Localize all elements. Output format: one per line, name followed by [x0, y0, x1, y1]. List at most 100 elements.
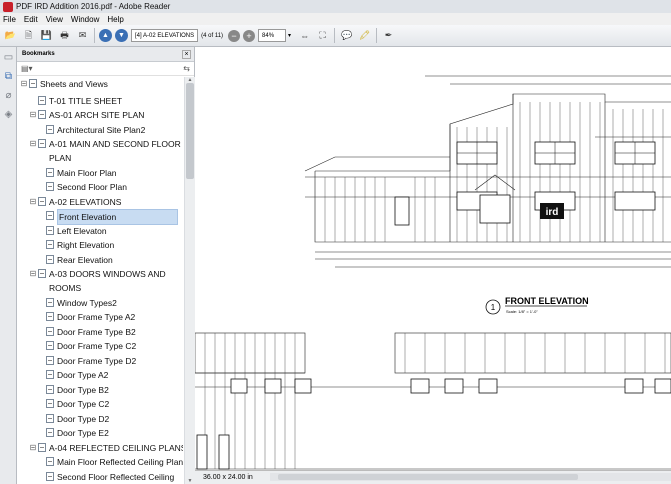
page-number-field[interactable]: [4] A-02 ELEVATIONS: [131, 29, 199, 42]
collapse-toggle-icon[interactable]: ⊟: [29, 441, 37, 455]
sign-icon[interactable]: ✒: [381, 28, 396, 43]
window-title: PDF IRD Addition 2016.pdf - Adobe Reader: [16, 2, 171, 11]
zoom-field[interactable]: 84%: [258, 29, 287, 42]
collapse-toggle-icon[interactable]: ⊟: [20, 77, 28, 91]
horizontal-scrollbar[interactable]: [270, 473, 671, 481]
menu-bar: File Edit View Window Help: [0, 13, 671, 25]
attachments-icon[interactable]: ⌀: [3, 90, 14, 101]
comment-icon[interactable]: 💬: [339, 28, 354, 43]
menu-window[interactable]: Window: [71, 15, 99, 24]
bookmark-item[interactable]: ⊟ Sheets and Views: [20, 77, 183, 91]
expand-bookmark-icon[interactable]: ⇆: [183, 64, 190, 73]
bookmark-item[interactable]: T-01 TITLE SHEET: [29, 94, 183, 108]
bookmark-item[interactable]: Door Type D2: [37, 412, 183, 426]
bookmark-toolbar: ▤▾ ⇆: [17, 62, 194, 76]
bookmark-item[interactable]: Door Type E2: [37, 426, 183, 440]
bookmark-item[interactable]: Window Types2: [37, 296, 183, 310]
navigation-strip: ▭ ⧉ ⌀ ◈: [0, 47, 17, 484]
bookmark-label: Door Type A2: [57, 370, 109, 380]
bookmark-item[interactable]: Architectural Site Plan2: [37, 123, 183, 137]
bookmark-label: Main Floor Plan: [57, 167, 117, 178]
menu-file[interactable]: File: [3, 15, 16, 24]
bookmark-item[interactable]: ⊟ A-04 REFLECTED CEILING PLANS: [29, 441, 183, 455]
bookmark-item[interactable]: Door Frame Type C2: [37, 339, 183, 353]
pages-icon[interactable]: ▭: [3, 52, 14, 63]
bookmark-item[interactable]: Door Frame Type D2: [37, 354, 183, 368]
fit-width-icon[interactable]: ⇔: [297, 28, 312, 43]
zoom-out-icon[interactable]: −: [228, 29, 241, 42]
bookmark-page-icon: [46, 399, 54, 408]
zoom-dropdown-icon[interactable]: ▾: [288, 32, 291, 39]
bookmark-item[interactable]: Door Frame Type B2: [37, 325, 183, 339]
bookmark-page-icon: [38, 95, 46, 105]
collapse-toggle-icon[interactable]: ⊟: [29, 108, 37, 122]
bookmark-page-icon: [46, 225, 54, 235]
bookmark-item[interactable]: Main Floor Plan: [37, 166, 183, 180]
open-icon[interactable]: 📂: [3, 28, 18, 43]
bookmark-item[interactable]: ⊟ AS-01 ARCH SITE PLAN: [29, 108, 183, 122]
menu-help[interactable]: Help: [107, 15, 123, 24]
bookmark-page-icon: [46, 471, 54, 481]
bookmark-label: Window Types2: [57, 297, 117, 308]
bookmark-page-icon: [38, 139, 46, 148]
bookmark-item[interactable]: ⊟ A-02 ELEVATIONS: [29, 195, 183, 209]
menu-view[interactable]: View: [46, 15, 63, 24]
bookmark-page-icon: [29, 79, 37, 88]
bookmarks-panel: Bookmarks × ▤▾ ⇆ ⊟ Sheets and Views T-01 T…: [17, 47, 195, 484]
bookmark-item[interactable]: Rear Elevation: [37, 253, 183, 267]
bookmark-label: Rear Elevation: [57, 254, 113, 265]
close-panel-icon[interactable]: ×: [182, 49, 191, 59]
save-icon[interactable]: 💾: [39, 28, 54, 43]
scroll-down-icon[interactable]: ▼: [185, 478, 195, 484]
bookmark-item[interactable]: Second Floor Plan: [37, 180, 183, 194]
bookmark-item[interactable]: Door Frame Type A2: [37, 310, 183, 324]
bookmark-item[interactable]: ⊟ A-01 MAIN AND SECOND FLOOR PLAN: [29, 137, 183, 165]
bookmark-scrollbar[interactable]: ▲ ▼: [184, 77, 195, 484]
bookmark-label: Door Type C2: [57, 399, 110, 409]
options-icon[interactable]: ▤▾: [21, 64, 33, 73]
document-view[interactable]: ird 1 FRONT ELEVATION Scale: 1/8" = 1'-0…: [195, 47, 671, 484]
bookmark-label: Architectural Site Plan2: [57, 124, 146, 135]
collapse-toggle-icon[interactable]: ⊟: [29, 267, 37, 281]
horizontal-scroll-thumb[interactable]: [278, 474, 578, 480]
bookmark-page-icon: [46, 167, 54, 177]
zoom-in-icon[interactable]: +: [243, 29, 256, 42]
highlight-icon[interactable]: 🖍: [357, 28, 372, 43]
bookmark-label: A-03 DOORS WINDOWS AND ROOMS: [49, 269, 166, 293]
bookmark-item[interactable]: Second Floor Reflected Ceiling Pl...: [37, 470, 183, 484]
toolbar-divider: [376, 28, 378, 43]
layers-icon[interactable]: ◈: [3, 109, 14, 120]
bookmark-label: A-02 ELEVATIONS: [49, 196, 122, 207]
bookmark-label: A-01 MAIN AND SECOND FLOOR PLAN: [49, 139, 181, 163]
collapse-toggle-icon[interactable]: ⊟: [29, 137, 37, 151]
collapse-toggle-icon[interactable]: ⊟: [29, 195, 37, 209]
ird-sign-text: ird: [546, 207, 559, 218]
previous-page-icon[interactable]: ▲: [99, 29, 112, 42]
scroll-thumb[interactable]: [186, 83, 194, 179]
bookmark-page-icon: [38, 110, 46, 119]
fit-page-icon[interactable]: ⛶: [315, 28, 330, 43]
adobe-reader-icon: [3, 1, 13, 12]
print-icon[interactable]: 🖶: [57, 28, 72, 43]
bookmark-label: Left Elevaton: [57, 225, 107, 236]
bookmark-item[interactable]: Door Type C2: [37, 397, 183, 411]
create-pdf-icon[interactable]: 🗎: [21, 28, 36, 43]
bookmarks-icon[interactable]: ⧉: [3, 71, 14, 82]
menu-edit[interactable]: Edit: [24, 15, 38, 24]
bookmark-item[interactable]: Door Type B2: [37, 383, 183, 397]
toolbar: 📂 🗎 💾 🖶 ✉ ▲ ▼ [4] A-02 ELEVATIONS (4 of …: [0, 25, 671, 47]
bookmark-item[interactable]: Left Elevaton: [37, 224, 183, 238]
bookmark-page-icon: [46, 326, 54, 336]
bookmark-item[interactable]: ⊟ A-03 DOORS WINDOWS AND ROOMS: [29, 267, 183, 295]
next-page-icon[interactable]: ▼: [115, 29, 128, 42]
bookmark-label: Door Frame Type C2: [57, 341, 137, 351]
panel-header: Bookmarks ×: [17, 47, 194, 62]
email-icon[interactable]: ✉: [75, 28, 90, 43]
bookmark-label: T-01 TITLE SHEET: [49, 95, 123, 106]
bookmark-item[interactable]: Main Floor Reflected Ceiling Plan: [37, 455, 183, 469]
bookmark-label: Sheets and Views: [40, 79, 108, 89]
bookmark-page-icon: [46, 254, 54, 264]
bookmark-label: Second Floor Reflected Ceiling Pl...: [57, 471, 175, 482]
bookmark-item[interactable]: Right Elevation: [37, 238, 183, 252]
bookmark-item[interactable]: Door Type A2: [37, 368, 183, 382]
